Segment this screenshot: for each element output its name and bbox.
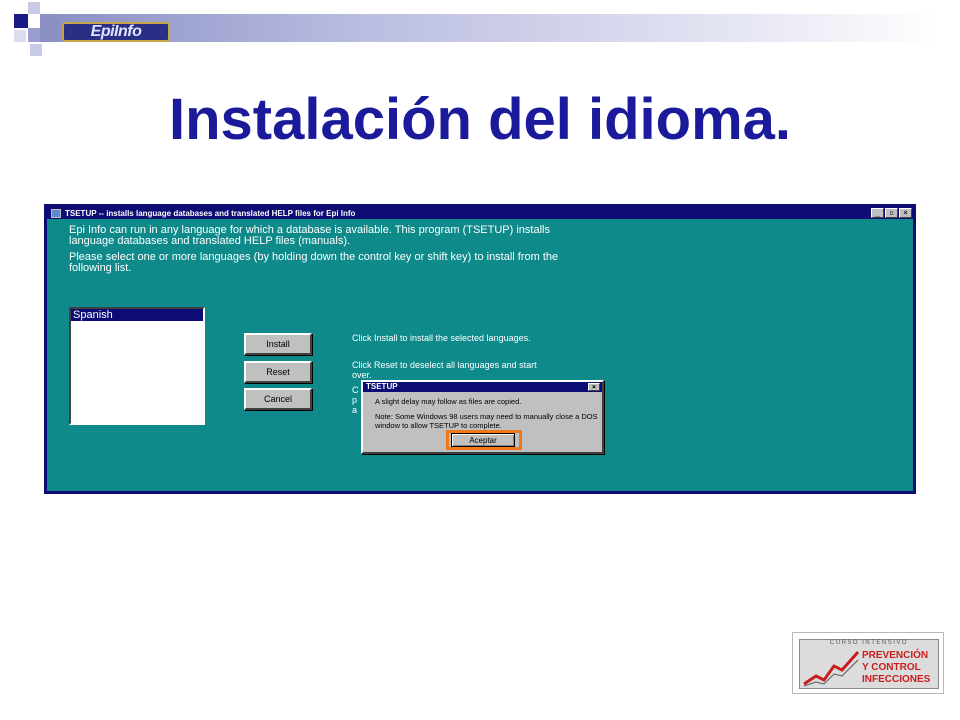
logo-text: EpiInfo <box>90 23 142 40</box>
minimize-icon[interactable]: _ <box>871 208 884 218</box>
intro-paragraph-2: Please select one or more languages (by … <box>69 251 559 274</box>
course-logo-line-3: INFECCIONES <box>862 674 931 685</box>
decor-square <box>14 14 28 28</box>
course-logo-line-1: PREVENCIÓN <box>862 650 929 661</box>
window-title: TSETUP -- installs language databases an… <box>65 208 356 218</box>
reset-button[interactable]: Reset <box>244 361 312 383</box>
dialog-close-icon[interactable]: × <box>588 383 600 391</box>
reset-help-text: Click Reset to deselect all languages an… <box>352 360 537 380</box>
install-button[interactable]: Install <box>244 333 312 355</box>
intro-paragraph-1: Epi Info can run in any language for whi… <box>69 224 550 247</box>
epiinfo-logo: EpiInfo <box>62 22 170 42</box>
trend-chart-icon <box>803 651 860 687</box>
maximize-icon[interactable]: ▫ <box>885 208 898 218</box>
slide-title: Instalación del idioma. <box>168 87 792 152</box>
intro-text: Epi Info can run in any language for whi… <box>69 225 589 279</box>
course-logo: CURSO INTENSIVO PREVENCIÓN Y CONTROL INF… <box>792 632 944 694</box>
cancel-button[interactable]: Cancel <box>244 388 312 410</box>
app-icon <box>51 208 61 218</box>
install-help-text: Click Install to install the selected la… <box>352 333 531 343</box>
decor-square <box>30 44 42 56</box>
window-controls: _ ▫ × <box>871 208 912 218</box>
dialog-title: TSETUP <box>366 382 398 391</box>
close-icon[interactable]: × <box>899 208 912 218</box>
language-listbox[interactable]: Spanish <box>69 307 205 425</box>
decor-square <box>14 30 26 42</box>
dialog-message-2: Note: Some Windows 98 users may need to … <box>375 412 598 430</box>
decor-square <box>28 2 40 14</box>
course-logo-line-2: Y CONTROL <box>862 662 921 673</box>
dialog-message-1: A slight delay may follow as files are c… <box>375 397 522 406</box>
list-item-spanish[interactable]: Spanish <box>71 309 203 321</box>
course-logo-panel: CURSO INTENSIVO PREVENCIÓN Y CONTROL INF… <box>799 639 939 689</box>
header-gradient-bar <box>40 14 940 42</box>
window-titlebar[interactable]: TSETUP -- installs language databases an… <box>47 207 913 219</box>
dialog-titlebar[interactable]: TSETUP × <box>363 382 602 392</box>
aceptar-button[interactable]: Aceptar <box>451 433 515 447</box>
dialog-message: A slight delay may follow as files are c… <box>375 397 600 430</box>
